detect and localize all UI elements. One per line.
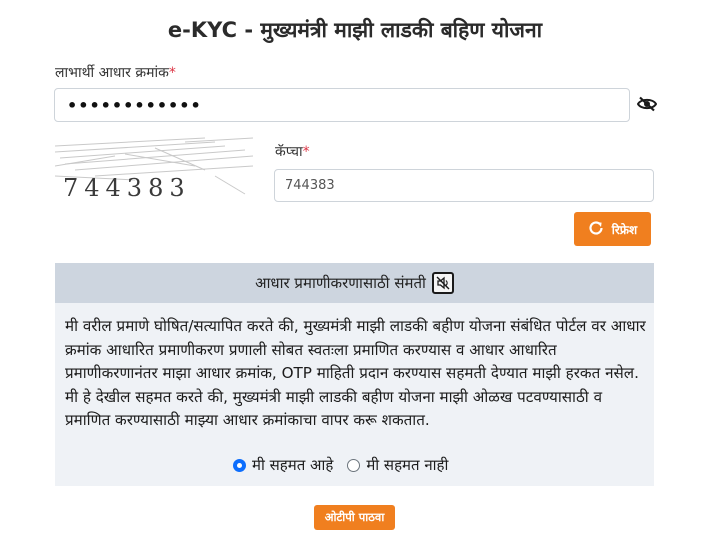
consent-agree-option[interactable]: मी सहमत आहे xyxy=(233,455,333,475)
consent-body: मी वरील प्रमाणे घोषित/सत्यापित करते की, … xyxy=(55,303,654,486)
captcha-image: 744383 xyxy=(54,136,254,202)
captcha-label: कॅप्चा* xyxy=(275,142,310,161)
captcha-label-text: कॅप्चा xyxy=(275,144,303,160)
refresh-button[interactable]: रिफ्रेश xyxy=(574,212,651,246)
consent-header: आधार प्रमाणीकरणासाठी संमती xyxy=(55,263,654,303)
required-marker: * xyxy=(302,144,310,160)
refresh-label: रिफ्रेश xyxy=(611,222,638,237)
consent-disagree-option[interactable]: मी सहमत नाही xyxy=(347,455,448,475)
page-title: e-KYC - मुख्यमंत्री माझी लाडकी बहिण योजन… xyxy=(167,18,543,42)
disagree-radio[interactable] xyxy=(347,458,361,472)
captcha-text: 744383 xyxy=(63,174,191,200)
consent-radio-group: मी सहमत आहे मी सहमत नाही xyxy=(233,455,448,475)
speaker-mute-icon[interactable] xyxy=(431,272,454,294)
send-otp-button[interactable]: ओटीपी पाठवा xyxy=(314,505,395,530)
consent-header-title: आधार प्रमाणीकरणासाठी संमती xyxy=(255,274,426,292)
agree-radio[interactable] xyxy=(233,458,246,472)
agree-label: मी सहमत आहे xyxy=(252,456,334,474)
aadhaar-label-text: लाभार्थी आधार क्रमांक xyxy=(55,65,169,81)
aadhaar-label: लाभार्थी आधार क्रमांक* xyxy=(55,63,176,82)
eye-slash-icon[interactable] xyxy=(636,94,658,114)
required-marker: * xyxy=(168,65,176,81)
refresh-icon xyxy=(588,220,604,239)
captcha-input[interactable] xyxy=(274,169,654,202)
disagree-label: मी सहमत नाही xyxy=(366,456,449,474)
consent-text: मी वरील प्रमाणे घोषित/सत्यापित करते की, … xyxy=(65,317,646,429)
aadhaar-input[interactable] xyxy=(54,88,630,122)
